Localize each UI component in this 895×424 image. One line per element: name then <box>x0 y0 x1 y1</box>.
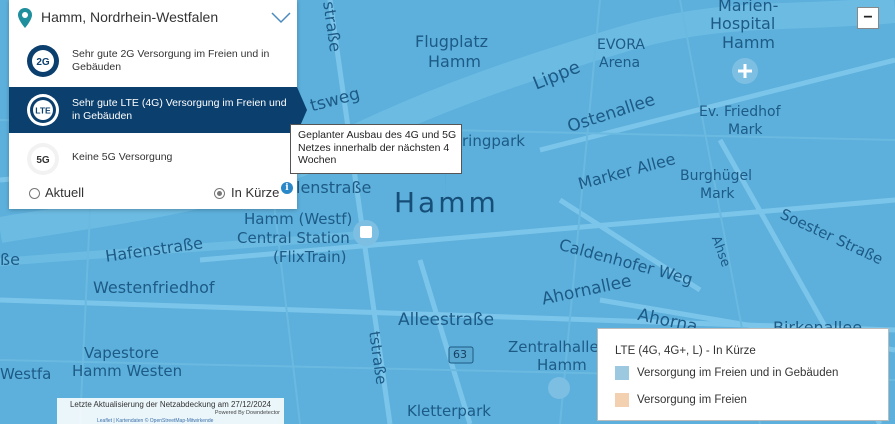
location-name: Hamm, Nordrhein-Westfalen <box>41 9 219 25</box>
map-label-friedhof-mark: Mark <box>728 122 763 138</box>
legend-title: LTE (4G, 4G+, L) - In Kürze <box>615 345 756 357</box>
svg-text:LTE: LTE <box>35 106 51 116</box>
zoom-out-button[interactable]: − <box>857 7 879 29</box>
map-label-alleestrasse: Alleestraße <box>398 310 495 330</box>
map-label-hospital-3: Hamm <box>722 33 776 52</box>
option-lte-text: Sehr gute LTE (4G) Versorgung im Freien … <box>72 97 287 122</box>
radio-soon-label[interactable]: In Kürze <box>231 185 279 200</box>
legend-label-outdoor: Versorgung im Freien <box>637 394 747 406</box>
map-label-vapestore: Vapestore <box>84 344 159 362</box>
map-label-route-63: 63 <box>453 348 467 361</box>
5g-badge-icon: 5G <box>27 143 59 175</box>
radio-current-label[interactable]: Aktuell <box>45 185 84 200</box>
map-label-hospital-1: Marien- <box>718 0 779 15</box>
option-2g-text: Sehr gute 2G Versorgung im Freien und in… <box>72 48 270 73</box>
map-attribution[interactable]: Leaflet | Kartendaten © OpenStreetMap-Mi… <box>97 418 213 424</box>
last-updated-text: Letzte Aktualisierung der Netzabdeckung … <box>69 400 272 409</box>
map-label-hamm-westen: Hamm Westen <box>72 362 183 380</box>
lte-badge-icon: LTE <box>27 94 59 126</box>
info-icon[interactable]: i <box>281 182 293 194</box>
map-label-evora: EVORA <box>597 37 645 53</box>
map-label-station-2: Central Station <box>237 229 350 247</box>
map-label-city: Hamm <box>394 186 499 219</box>
location-pin-icon <box>18 8 32 28</box>
map-label-lenstrasse: lenstraße <box>296 178 372 197</box>
map-legend: LTE (4G, 4G+, L) - In Kürze Versorgung i… <box>597 328 889 421</box>
map-footer: Letzte Aktualisierung der Netzabdeckung … <box>57 398 284 424</box>
map-label-zentralhalle-hamm: Hamm <box>537 356 587 374</box>
chevron-down-icon[interactable] <box>271 12 291 24</box>
option-5g[interactable]: 5G Keine 5G Versorgung <box>9 136 297 182</box>
map-label-ringpark: ringpark <box>462 132 525 150</box>
legend-swatch-outdoor <box>615 393 629 407</box>
option-2g[interactable]: 2G Sehr gute 2G Versorgung im Freien und… <box>9 38 297 84</box>
radio-current[interactable] <box>29 188 40 199</box>
timeframe-toggle: Aktuell In Kürze <box>9 182 297 206</box>
map-label-burghuegel-mark: Mark <box>700 186 735 202</box>
map-label-airfield-2: Hamm <box>428 52 482 71</box>
map-label-zentralhalle: Zentralhalle <box>508 338 599 356</box>
legend-label-indoor: Versorgung im Freien und in Gebäuden <box>637 367 839 379</box>
info-tooltip: Geplanter Ausbau des 4G und 5G Netzes in… <box>290 124 462 174</box>
legend-swatch-indoor <box>615 366 629 380</box>
map-label-airfield: Flugplatz <box>415 32 489 51</box>
powered-by-text[interactable]: Powered By Downdetector <box>215 410 280 416</box>
map-label-westfa: Westfa <box>0 365 52 383</box>
svg-text:5G: 5G <box>36 155 50 166</box>
coverage-panel: Hamm, Nordrhein-Westfalen 2G Sehr gute 2… <box>9 0 307 209</box>
2g-badge-icon: 2G <box>27 45 59 77</box>
radio-soon[interactable] <box>214 188 225 199</box>
svg-text:2G: 2G <box>36 57 50 68</box>
map-label-station-3: (FlixTrain) <box>273 248 347 266</box>
map-label-friedhof: Ev. Friedhof <box>699 104 781 120</box>
map-label-kletterpark: Kletterpark <box>407 402 491 420</box>
location-selector[interactable]: Hamm, Nordrhein-Westfalen <box>9 0 297 36</box>
map-label-station-1: Hamm (Westf) <box>244 210 353 228</box>
map-label-burghuegel: Burghügel <box>680 168 753 184</box>
map-label-sse: ße <box>0 250 20 269</box>
map-label-arena: Arena <box>599 55 641 71</box>
option-lte[interactable]: LTE Sehr gute LTE (4G) Versorgung im Fre… <box>9 87 307 133</box>
option-5g-text: Keine 5G Versorgung <box>72 151 173 163</box>
map-label-westenfriedhof: Westenfriedhof <box>93 278 215 297</box>
map-label-hospital-2: Hospital <box>710 14 776 33</box>
